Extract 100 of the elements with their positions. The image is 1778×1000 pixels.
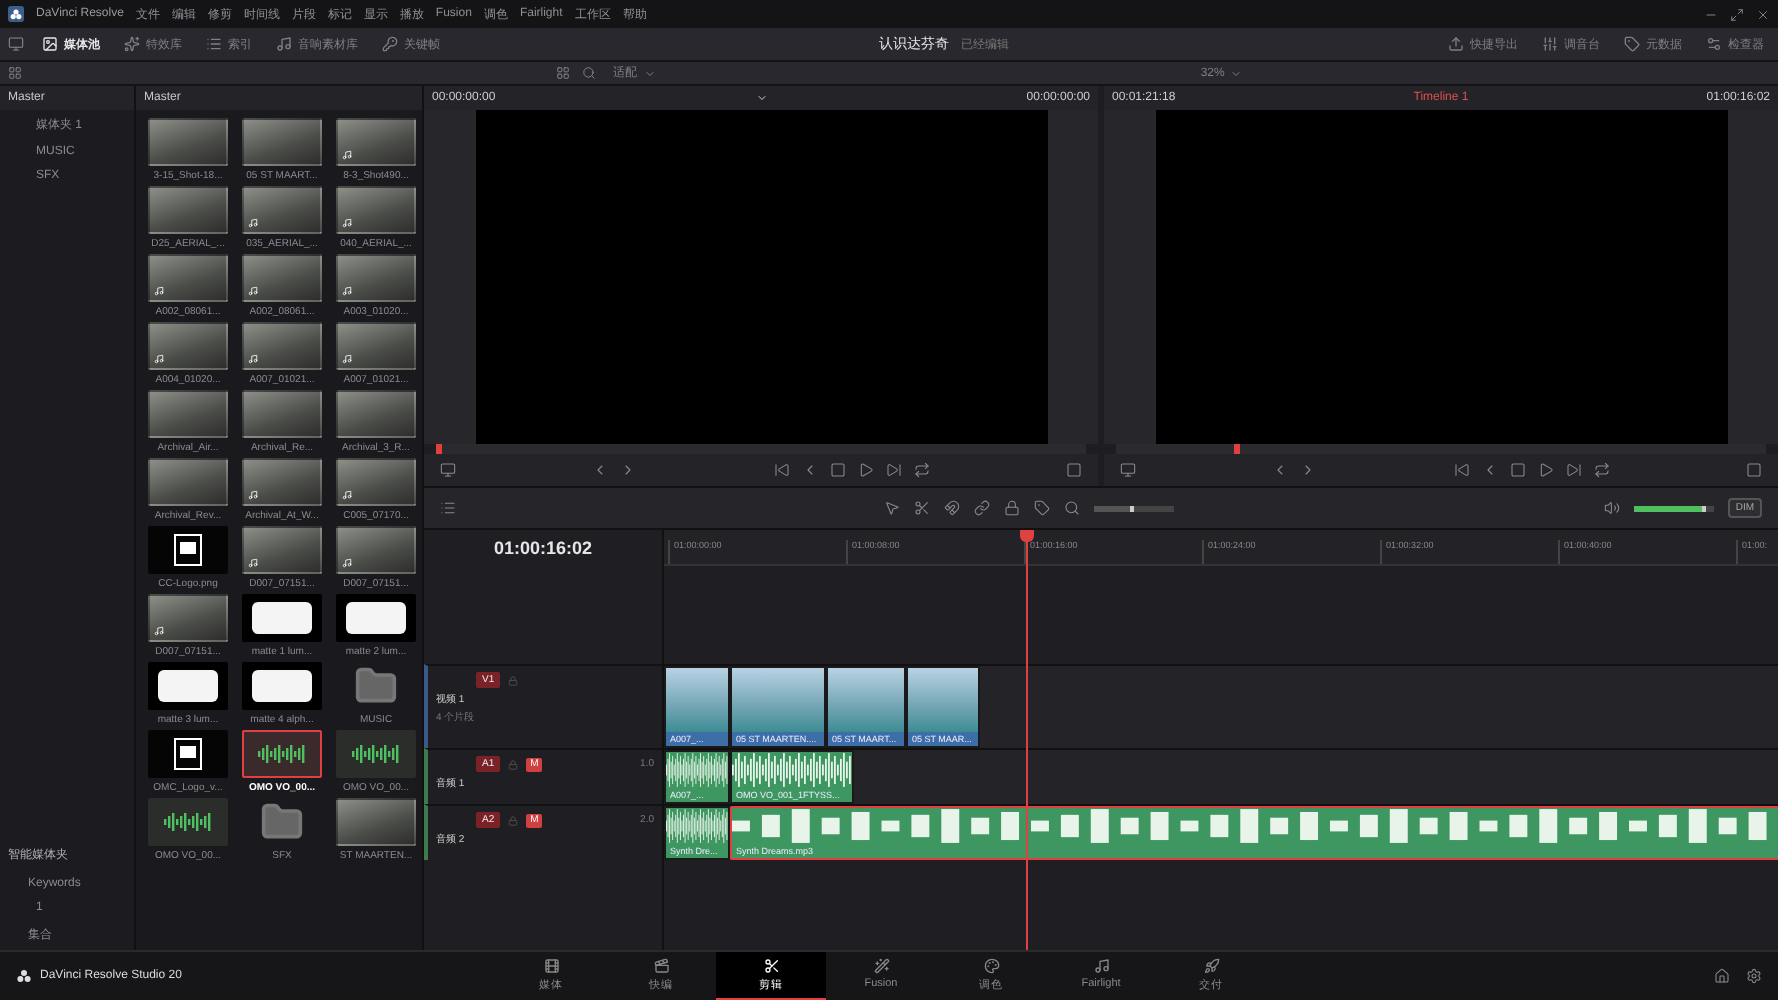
clip-thumbnail[interactable] <box>242 526 322 574</box>
lock-icon[interactable] <box>1004 500 1021 516</box>
settings-icon[interactable] <box>1746 968 1762 984</box>
waveform-icon <box>258 744 306 764</box>
clip-thumbnail[interactable] <box>242 186 322 234</box>
play-icon[interactable] <box>1537 462 1554 478</box>
clip-thumbnail[interactable] <box>242 118 322 166</box>
rocket-icon <box>1203 957 1219 973</box>
wand-icon <box>873 958 889 974</box>
sparkles-icon <box>124 36 140 52</box>
timeline-timecode: 01:00:16:02 <box>491 536 595 562</box>
clip-thumbnail[interactable] <box>336 322 416 370</box>
audio-clip-thumbnail[interactable] <box>336 730 416 778</box>
lock-icon[interactable] <box>508 675 519 685</box>
clip-thumbnail[interactable] <box>242 390 322 438</box>
link-icon[interactable] <box>974 500 991 516</box>
stop-icon[interactable] <box>1509 462 1526 478</box>
clip-thumbnail[interactable] <box>336 458 416 506</box>
chevron-down-icon <box>755 92 767 104</box>
viewer-layout-icon[interactable] <box>440 462 456 478</box>
clip-thumbnail[interactable] <box>336 594 416 642</box>
flag-icon[interactable] <box>1034 500 1051 516</box>
skip-back-icon[interactable] <box>1453 462 1470 478</box>
audio-clip-thumbnail[interactable] <box>242 730 322 778</box>
loop-icon[interactable] <box>1593 462 1610 478</box>
grid-view-icon[interactable] <box>555 66 570 80</box>
clip-thumbnail <box>908 668 978 732</box>
music-note-icon <box>1093 958 1109 974</box>
clip-thumbnail[interactable] <box>242 594 322 642</box>
viewer-layout-icon[interactable] <box>1120 462 1136 478</box>
skip-forward-icon[interactable] <box>885 462 902 478</box>
volume-icon[interactable] <box>1603 500 1620 516</box>
sliders-icon <box>1706 36 1722 52</box>
lock-icon[interactable] <box>508 815 519 825</box>
clip-thumbnail[interactable] <box>336 390 416 438</box>
trim-icon[interactable] <box>914 500 931 516</box>
clip-thumbnail[interactable] <box>148 526 228 574</box>
loop-icon[interactable] <box>913 462 930 478</box>
clip-thumbnail[interactable] <box>148 118 228 166</box>
skip-back-icon[interactable] <box>773 462 790 478</box>
selection-icon[interactable] <box>884 500 901 516</box>
matte-shape <box>158 670 218 702</box>
folder-icon <box>260 800 304 844</box>
clip-thumbnail <box>828 668 904 732</box>
playhead[interactable] <box>1019 530 1034 950</box>
clip-thumbnail[interactable] <box>242 254 322 302</box>
play-icon[interactable] <box>857 462 874 478</box>
match-frame-icon[interactable] <box>1065 462 1082 478</box>
clip-thumbnail[interactable] <box>336 798 416 846</box>
clip-thumbnail[interactable] <box>148 458 228 506</box>
clip-thumbnail[interactable] <box>336 254 416 302</box>
maximize-icon[interactable] <box>1730 7 1744 21</box>
image-icon <box>42 36 58 52</box>
lock-icon[interactable] <box>508 759 519 769</box>
stop-icon[interactable] <box>829 462 846 478</box>
image-icon <box>174 738 202 770</box>
skip-forward-icon[interactable] <box>1565 462 1582 478</box>
clip-thumbnail[interactable] <box>242 458 322 506</box>
clip-thumbnail <box>732 668 824 732</box>
close-icon[interactable] <box>1756 7 1770 21</box>
matte-shape <box>252 670 312 702</box>
clip-thumbnail <box>666 668 728 732</box>
zoom-slider[interactable] <box>1094 505 1175 511</box>
sidebar-icon[interactable] <box>8 66 22 80</box>
chevron-down-icon <box>1230 67 1243 79</box>
match-frame-icon[interactable] <box>1745 462 1762 478</box>
clip-thumbnail[interactable] <box>242 322 322 370</box>
layout-icon[interactable] <box>440 500 456 516</box>
clip-thumbnail[interactable] <box>148 662 228 710</box>
image-icon <box>174 534 202 566</box>
home-icon[interactable] <box>1714 968 1730 984</box>
clip-thumbnail[interactable] <box>336 526 416 574</box>
audio-clip-thumbnail[interactable] <box>148 798 228 846</box>
music-note-icon <box>276 36 292 52</box>
clip-thumbnail[interactable] <box>148 390 228 438</box>
zoom-icon[interactable] <box>1064 500 1081 516</box>
scrubber-track[interactable] <box>436 444 1086 454</box>
waveform-drawing <box>666 752 728 788</box>
clip-thumbnail[interactable] <box>148 730 228 778</box>
list-icon <box>206 36 222 52</box>
palette-icon <box>983 957 999 973</box>
clip-thumbnail[interactable] <box>148 322 228 370</box>
clip-thumbnail[interactable] <box>148 594 228 642</box>
clip-thumbnail[interactable] <box>336 118 416 166</box>
app-logo-icon <box>8 6 24 22</box>
snapping-icon[interactable] <box>944 500 961 516</box>
clip-thumbnail[interactable] <box>148 254 228 302</box>
key-icon <box>382 36 398 52</box>
zoom-slider-fill[interactable] <box>1094 505 1135 511</box>
clip-thumbnail[interactable] <box>242 662 322 710</box>
monitor-icon[interactable] <box>8 36 24 52</box>
waveform-drawing <box>666 808 728 844</box>
scissors-icon <box>763 957 779 973</box>
tag-icon <box>1624 36 1640 52</box>
clip-thumbnail[interactable] <box>336 186 416 234</box>
chevron-down-icon <box>643 67 656 79</box>
clip-thumbnail[interactable] <box>148 186 228 234</box>
waveform-drawing <box>732 752 852 788</box>
search-icon[interactable] <box>581 66 596 80</box>
matte-shape <box>346 602 406 634</box>
